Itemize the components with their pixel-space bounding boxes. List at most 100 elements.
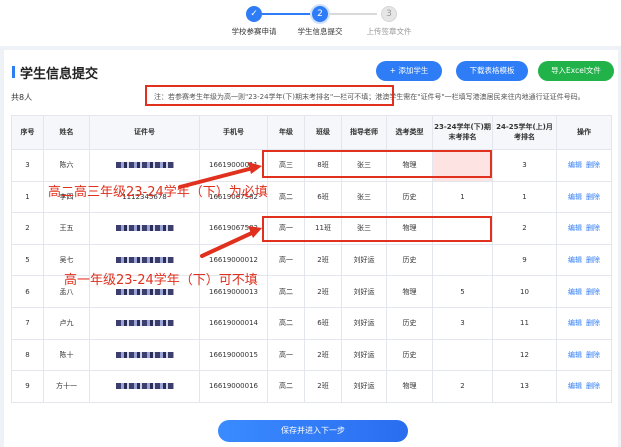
- cell-phone: 16619000016: [199, 370, 268, 403]
- cell-teacher: 刘好运: [341, 370, 387, 403]
- cell-rank-2425: 12: [492, 338, 557, 372]
- edit-link[interactable]: 编辑: [568, 224, 582, 232]
- cell-grade: 高一: [267, 243, 305, 277]
- student-info-panel: 学生信息提交 + 添加学生 下载表格模板 导入Excel文件 共8人 注：若参赛…: [4, 50, 618, 447]
- cell-teacher: 刘好运: [341, 338, 387, 372]
- cell-rank-2324: 2: [432, 370, 493, 403]
- step-number: 3: [381, 6, 397, 22]
- col-header-no: 序号: [11, 115, 44, 150]
- cell-rank-2425: 10: [492, 275, 557, 308]
- cell-type: 历史: [386, 338, 433, 372]
- cell-rank-2324: 1: [432, 180, 493, 214]
- cell-rank-2425: 9: [492, 243, 557, 277]
- cell-actions: 编辑 删除: [556, 275, 612, 308]
- delete-link[interactable]: 删除: [586, 382, 600, 390]
- cell-phone: 16619000014: [199, 306, 268, 340]
- cell-grade: 高一: [267, 338, 305, 372]
- page-title: 学生信息提交: [20, 67, 99, 82]
- cell-class: 6班: [304, 306, 342, 340]
- cell-name: 陈十: [43, 338, 90, 372]
- title-accent-bar: [12, 66, 15, 78]
- edit-link[interactable]: 编辑: [568, 288, 582, 296]
- cell-actions: 编辑 删除: [556, 370, 612, 403]
- cell-teacher: 张三: [341, 180, 387, 214]
- cell-rank-2324: 5: [432, 275, 493, 308]
- cell-rank-2425: 2: [492, 212, 557, 245]
- cell-name: 王五: [43, 212, 90, 245]
- cell-type: 物理: [386, 370, 433, 403]
- delete-link[interactable]: 删除: [586, 193, 600, 201]
- cell-name: 卢九: [43, 306, 90, 340]
- cell-teacher: 刘好运: [341, 243, 387, 277]
- cell-actions: 编辑 删除: [556, 180, 612, 214]
- cell-no: 3: [11, 149, 44, 182]
- cell-no: 2: [11, 212, 44, 245]
- cell-actions: 编辑 删除: [556, 212, 612, 245]
- cell-class: 2班: [304, 370, 342, 403]
- delete-link[interactable]: 删除: [586, 161, 600, 169]
- cell-name: 方十一: [43, 370, 90, 403]
- annotation-optional-text: 高一年级23-24学年（下）可不填: [64, 273, 258, 288]
- required-row-annotation-box: [262, 150, 492, 178]
- check-icon: ✓: [246, 6, 262, 22]
- col-header-grade: 年级: [267, 115, 305, 150]
- cell-rank-2425: 11: [492, 306, 557, 340]
- edit-link[interactable]: 编辑: [568, 161, 582, 169]
- cell-class: 2班: [304, 243, 342, 277]
- masked-id: [115, 320, 174, 327]
- cell-no: 9: [11, 370, 44, 403]
- cell-grade: 高二: [267, 275, 305, 308]
- download-template-button[interactable]: 下载表格模板: [456, 61, 528, 81]
- delete-link[interactable]: 删除: [586, 224, 600, 232]
- cell-no: 5: [11, 243, 44, 277]
- masked-id: [115, 225, 174, 232]
- cell-rank-2425: 13: [492, 370, 557, 403]
- cell-rank-2324: [432, 243, 493, 277]
- col-header-teacher: 指导老师: [341, 115, 387, 150]
- cell-class: 2班: [304, 338, 342, 372]
- cell-rank-2324: [432, 338, 493, 372]
- cell-actions: 编辑 删除: [556, 338, 612, 372]
- delete-link[interactable]: 删除: [586, 319, 600, 327]
- delete-link[interactable]: 删除: [586, 351, 600, 359]
- cell-id: [89, 212, 200, 245]
- col-header-class: 班级: [304, 115, 342, 150]
- edit-link[interactable]: 编辑: [568, 351, 582, 359]
- cell-no: 1: [11, 180, 44, 214]
- add-student-button[interactable]: + 添加学生: [376, 61, 442, 81]
- cell-class: 6班: [304, 180, 342, 214]
- import-excel-button[interactable]: 导入Excel文件: [538, 61, 614, 81]
- edit-link[interactable]: 编辑: [568, 193, 582, 201]
- edit-link[interactable]: 编辑: [568, 382, 582, 390]
- col-header-type: 选考类型: [386, 115, 433, 150]
- edit-link[interactable]: 编辑: [568, 319, 582, 327]
- optional-row-annotation-box: [262, 216, 492, 242]
- col-header-id: 证件号: [89, 115, 200, 150]
- cell-no: 7: [11, 306, 44, 340]
- step-student-info[interactable]: 2 学生信息提交: [280, 6, 360, 37]
- cell-grade: 高二: [267, 180, 305, 214]
- table-header-row: 序号 姓名 证件号 手机号 年级 班级 指导老师 选考类型 23-24学年(下)…: [11, 115, 612, 150]
- cell-type: 历史: [386, 180, 433, 214]
- step-upload-signature[interactable]: 3 上传签章文件: [349, 6, 429, 37]
- table-row: 7 卢九 16619000014 高二 6班 刘好运 历史 3 11 编辑 删除: [11, 306, 612, 340]
- cell-actions: 编辑 删除: [556, 149, 612, 182]
- col-header-rank-2324: 23-24学年(下)期末考排名: [432, 115, 493, 150]
- cell-id: [89, 306, 200, 340]
- save-next-button[interactable]: 保存并进入下一步: [218, 420, 408, 442]
- step-label: 上传签章文件: [366, 27, 412, 36]
- delete-link[interactable]: 删除: [586, 288, 600, 296]
- cell-grade: 高二: [267, 306, 305, 340]
- cell-phone: 16619000011: [199, 149, 268, 182]
- col-header-actions: 操作: [556, 115, 612, 150]
- masked-id: [115, 162, 174, 169]
- step-label: 学生信息提交: [297, 27, 343, 36]
- cell-type: 历史: [386, 243, 433, 277]
- delete-link[interactable]: 删除: [586, 256, 600, 264]
- cell-id: [89, 370, 200, 403]
- masked-id: [115, 257, 174, 264]
- student-count: 共8人: [11, 93, 33, 102]
- edit-link[interactable]: 编辑: [568, 256, 582, 264]
- cell-phone: 16619067583: [199, 212, 268, 245]
- notice-annotation-box: [145, 85, 394, 106]
